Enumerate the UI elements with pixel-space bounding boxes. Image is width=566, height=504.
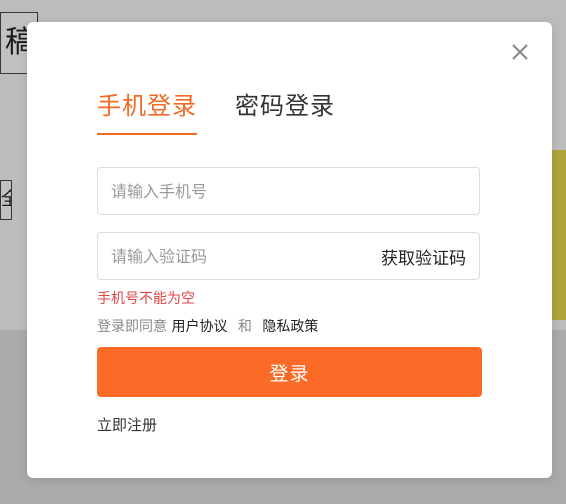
phone-error-message: 手机号不能为空 xyxy=(97,291,195,307)
verification-code-input[interactable] xyxy=(98,232,381,280)
tab-phone-login[interactable]: 手机登录 xyxy=(97,86,197,135)
phone-input[interactable] xyxy=(98,167,479,215)
agreement-text: 登录即同意 用户协议 和 隐私政策 xyxy=(97,316,318,336)
get-code-button[interactable]: 获取验证码 xyxy=(381,244,479,269)
phone-field-container xyxy=(97,167,480,215)
tab-password-login[interactable]: 密码登录 xyxy=(235,86,335,135)
login-modal: 手机登录 密码登录 获取验证码 手机号不能为空 登录即同意 用户协议 和 隐私政… xyxy=(27,22,552,478)
code-field-container: 获取验证码 xyxy=(97,232,480,280)
login-tabs: 手机登录 密码登录 xyxy=(97,86,335,135)
privacy-policy-link[interactable]: 隐私政策 xyxy=(262,319,318,335)
close-icon[interactable] xyxy=(510,42,530,62)
agreement-and: 和 xyxy=(237,319,252,335)
user-agreement-link[interactable]: 用户协议 xyxy=(171,319,227,335)
register-link[interactable]: 立即注册 xyxy=(97,414,157,435)
agreement-prefix: 登录即同意 xyxy=(97,319,167,335)
login-button[interactable]: 登录 xyxy=(97,347,482,397)
